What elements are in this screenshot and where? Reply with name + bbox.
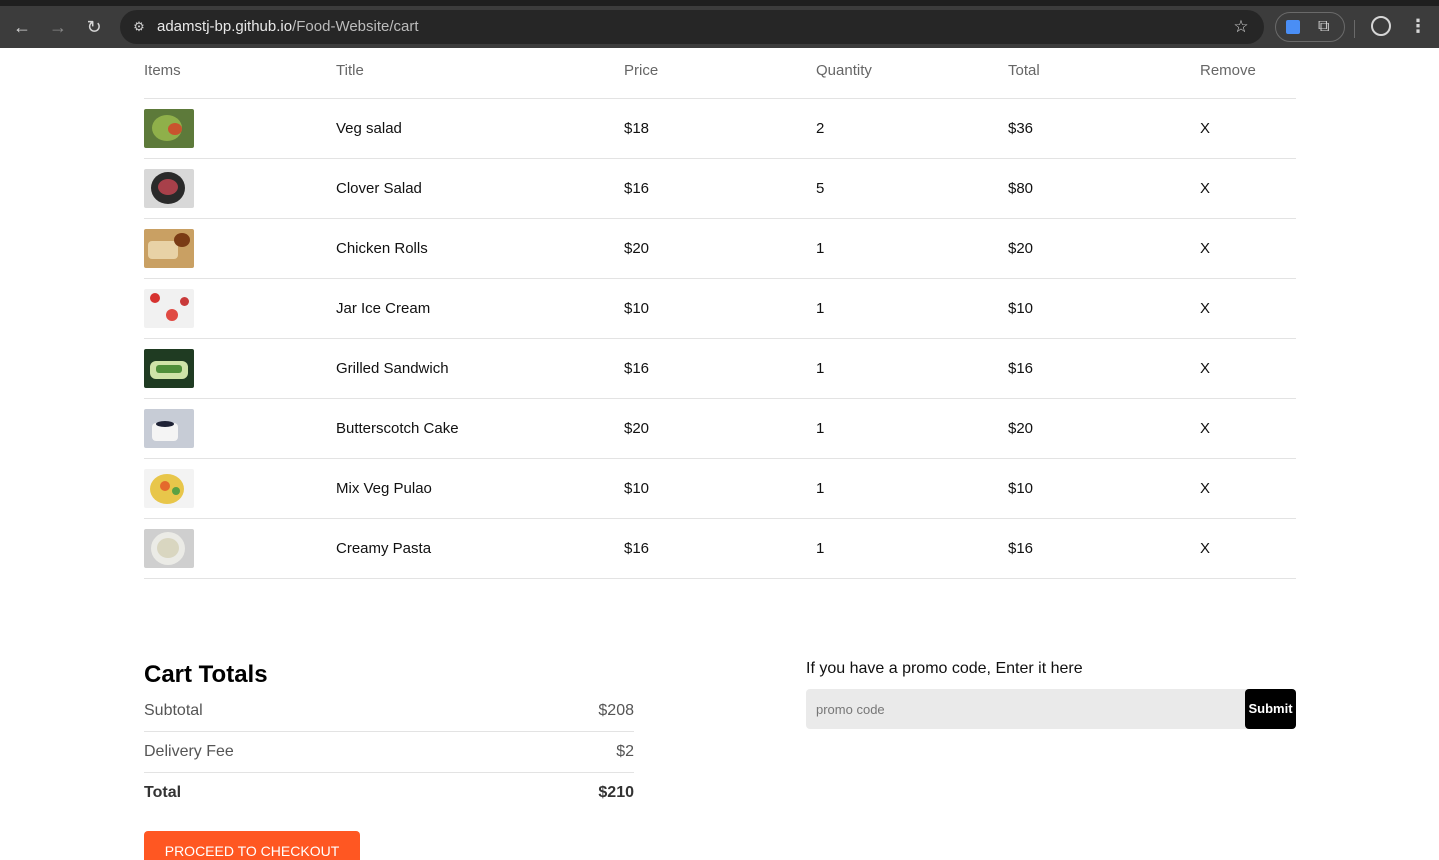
cart-row: Chicken Rolls $20 1 $20 X <box>144 219 1296 279</box>
promo-prompt: If you have a promo code, Enter it here <box>806 660 1083 677</box>
promo-code-section: If you have a promo code, Enter it here … <box>806 658 1296 729</box>
header-total: Total <box>1008 62 1040 79</box>
food-thumbnail <box>144 349 194 388</box>
cart-totals: Cart Totals Subtotal $208 Delivery Fee $… <box>144 658 634 860</box>
item-total: $16 <box>1008 360 1034 377</box>
subtotal-row: Subtotal $208 <box>144 691 634 732</box>
proceed-to-checkout-button[interactable]: PROCEED TO CHECKOUT <box>144 831 360 860</box>
header-quantity: Quantity <box>816 62 872 79</box>
total-value: $210 <box>598 784 634 801</box>
remove-button[interactable]: X <box>1200 399 1210 459</box>
site-info-icon[interactable]: ⚙ <box>130 18 148 36</box>
cart-row: Mix Veg Pulao $10 1 $10 X <box>144 459 1296 519</box>
remove-button[interactable]: X <box>1200 219 1210 279</box>
item-total: $20 <box>1008 420 1034 437</box>
remove-button[interactable]: X <box>1200 519 1210 579</box>
cart-row: Veg salad $18 2 $36 X <box>144 99 1296 159</box>
item-title: Creamy Pasta <box>336 540 432 557</box>
cart-row: Butterscotch Cake $20 1 $20 X <box>144 399 1296 459</box>
item-title: Clover Salad <box>336 180 422 197</box>
cart-row: Creamy Pasta $16 1 $16 X <box>144 519 1296 579</box>
remove-button[interactable]: X <box>1200 279 1210 339</box>
header-title: Title <box>336 62 364 79</box>
cart-row: Grilled Sandwich $16 1 $16 X <box>144 339 1296 399</box>
cart-row: Jar Ice Cream $10 1 $10 X <box>144 279 1296 339</box>
item-total: $80 <box>1008 180 1034 197</box>
item-title: Chicken Rolls <box>336 240 428 257</box>
header-remove: Remove <box>1200 62 1256 79</box>
bookmark-star-icon[interactable]: ☆ <box>1230 16 1252 38</box>
subtotal-label: Subtotal <box>144 702 203 719</box>
cart-row: Clover Salad $16 5 $80 X <box>144 159 1296 219</box>
delivery-fee-value: $2 <box>616 743 634 760</box>
item-quantity: 1 <box>816 540 825 557</box>
food-thumbnail <box>144 169 194 208</box>
delivery-fee-label: Delivery Fee <box>144 743 234 760</box>
item-title: Jar Ice Cream <box>336 300 431 317</box>
total-row: Total $210 <box>144 773 634 814</box>
forward-icon[interactable]: → <box>46 15 70 39</box>
promo-code-input[interactable] <box>806 689 1244 729</box>
item-quantity: 2 <box>816 120 825 137</box>
food-thumbnail <box>144 109 194 148</box>
browser-menu-icon[interactable]: ⋮ <box>1408 14 1428 38</box>
item-price: $20 <box>624 240 650 257</box>
puzzle-icon[interactable]: ⧉ <box>1318 17 1329 37</box>
extensions-group: ⧉ <box>1275 12 1345 42</box>
item-title: Mix Veg Pulao <box>336 480 432 497</box>
item-title: Veg salad <box>336 120 402 137</box>
total-label: Total <box>144 784 182 801</box>
item-price: $10 <box>624 480 650 497</box>
url-domain: adamstj-bp.github.io <box>157 18 293 35</box>
back-icon[interactable]: ← <box>10 15 34 39</box>
item-quantity: 1 <box>816 480 825 497</box>
remove-button[interactable]: X <box>1200 339 1210 399</box>
extension-icon[interactable] <box>1286 20 1300 34</box>
profile-icon[interactable] <box>1371 16 1391 36</box>
delivery-fee-row: Delivery Fee $2 <box>144 732 634 773</box>
item-title: Butterscotch Cake <box>336 420 459 437</box>
food-thumbnail <box>144 469 194 508</box>
url-path: /Food-Website/cart <box>292 18 419 35</box>
remove-button[interactable]: X <box>1200 459 1210 519</box>
item-price: $18 <box>624 120 650 137</box>
item-quantity: 1 <box>816 360 825 377</box>
reload-icon[interactable]: ↻ <box>82 15 106 39</box>
item-total: $20 <box>1008 240 1034 257</box>
food-thumbnail <box>144 409 194 448</box>
remove-button[interactable]: X <box>1200 159 1210 219</box>
cart-totals-heading: Cart Totals <box>144 661 268 688</box>
item-price: $10 <box>624 300 650 317</box>
item-price: $16 <box>624 180 650 197</box>
cart-table: Items Title Price Quantity Total Remove … <box>144 48 1296 579</box>
remove-button[interactable]: X <box>1200 99 1210 159</box>
promo-submit-button[interactable]: Submit <box>1245 689 1296 729</box>
item-quantity: 1 <box>816 300 825 317</box>
food-thumbnail <box>144 289 194 328</box>
item-quantity: 5 <box>816 180 825 197</box>
item-title: Grilled Sandwich <box>336 360 449 377</box>
cart-table-header: Items Title Price Quantity Total Remove <box>144 48 1296 99</box>
item-total: $36 <box>1008 120 1034 137</box>
item-price: $20 <box>624 420 650 437</box>
item-total: $16 <box>1008 540 1034 557</box>
toolbar-divider <box>1354 20 1355 38</box>
header-price: Price <box>624 62 659 79</box>
address-bar[interactable]: ⚙ adamstj-bp.github.io/Food-Website/cart… <box>120 10 1264 44</box>
subtotal-value: $208 <box>598 702 634 719</box>
item-quantity: 1 <box>816 420 825 437</box>
address-url[interactable]: adamstj-bp.github.io/Food-Website/cart <box>157 10 419 44</box>
header-items: Items <box>144 62 181 79</box>
item-price: $16 <box>624 540 650 557</box>
item-price: $16 <box>624 360 650 377</box>
item-total: $10 <box>1008 300 1034 317</box>
item-total: $10 <box>1008 480 1034 497</box>
promo-input-group: Submit <box>806 689 1296 729</box>
browser-toolbar: ← → ↻ ⚙ adamstj-bp.github.io/Food-Websit… <box>0 0 1439 48</box>
food-thumbnail <box>144 529 194 568</box>
food-thumbnail <box>144 229 194 268</box>
item-quantity: 1 <box>816 240 825 257</box>
